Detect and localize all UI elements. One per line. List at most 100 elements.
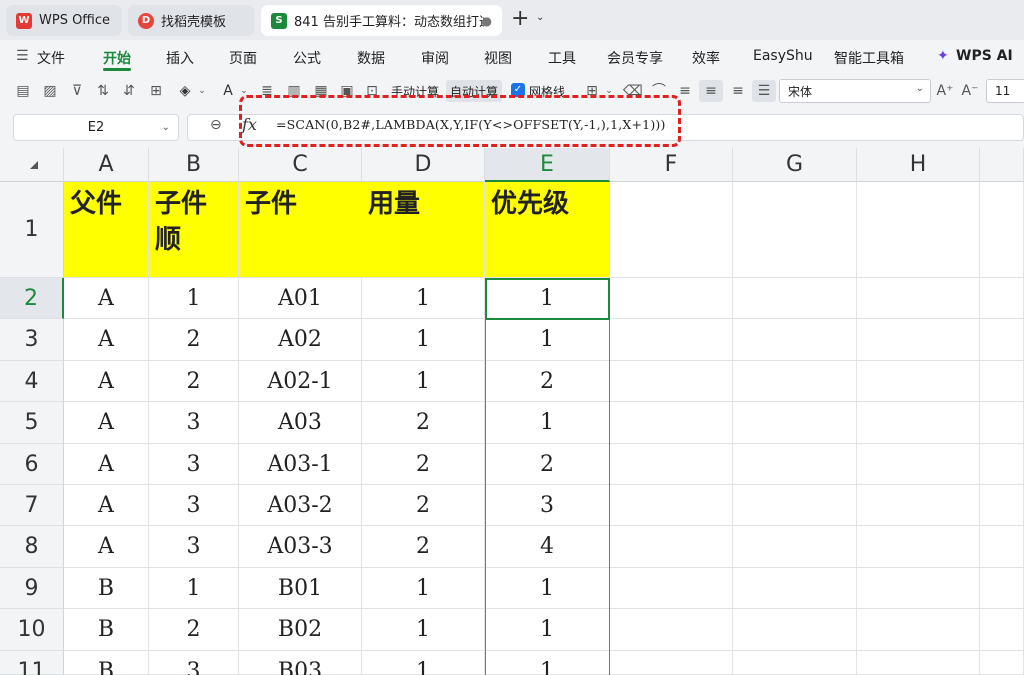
empty-cell[interactable] [980, 319, 1024, 361]
menu-insert[interactable]: 插入 [166, 48, 194, 68]
cell-c[interactable]: A02-1 [239, 360, 362, 403]
cell-b[interactable]: 2 [149, 609, 239, 651]
empty-cell[interactable] [857, 526, 980, 568]
menu-formula[interactable]: 公式 [293, 48, 321, 68]
cell-b[interactable]: 3 [149, 526, 239, 568]
empty-cell[interactable] [733, 609, 857, 651]
name-box[interactable]: E2 ⌄ [13, 114, 179, 141]
header-cell-a[interactable]: 父件 [64, 182, 149, 278]
column-header-a[interactable]: A [64, 148, 149, 182]
cell-b[interactable]: 2 [149, 319, 239, 361]
cell-a[interactable]: A [64, 443, 149, 485]
cell-a[interactable]: A [64, 278, 149, 320]
cell-d[interactable]: 2 [362, 485, 485, 527]
menu-member[interactable]: 会员专享 [607, 48, 663, 68]
empty-cell[interactable] [857, 278, 980, 320]
header-cell-e[interactable]: 优先级 [485, 182, 610, 278]
empty-cell[interactable] [733, 443, 857, 485]
column-header-g[interactable]: G [733, 148, 857, 182]
column-header-h[interactable]: H [857, 148, 980, 182]
empty-cell[interactable] [610, 360, 733, 403]
cell-b[interactable]: 2 [149, 360, 239, 403]
empty-cell[interactable] [610, 485, 733, 527]
cell-d[interactable]: 1 [362, 567, 485, 610]
cell-d[interactable]: 1 [362, 360, 485, 403]
cell-c[interactable]: B02 [239, 609, 362, 651]
empty-cell[interactable] [610, 402, 733, 444]
row-header-1[interactable]: 1 [0, 182, 64, 278]
menu-file[interactable]: 文件 [37, 48, 65, 68]
empty-cell[interactable] [980, 443, 1024, 485]
row-header-9[interactable]: 9 [0, 567, 64, 610]
justify-icon[interactable]: ☰ [755, 82, 773, 100]
empty-cell[interactable] [857, 650, 980, 675]
fill-color-icon[interactable]: ◈ [176, 82, 194, 100]
empty-cell[interactable] [980, 485, 1024, 527]
cell-b[interactable]: 3 [149, 485, 239, 527]
menu-easyshu[interactable]: EasyShu [753, 48, 813, 64]
cell-b[interactable]: 1 [149, 278, 239, 320]
row-header-10[interactable]: 10 [0, 609, 64, 651]
empty-cell[interactable] [980, 609, 1024, 651]
empty-cell[interactable] [733, 360, 857, 403]
format-painter-icon[interactable]: ▨ [41, 82, 59, 100]
chevron-down-icon[interactable]: ⌄ [536, 12, 544, 23]
menu-smart-toolbox[interactable]: 智能工具箱 [834, 48, 904, 68]
empty-cell[interactable] [610, 443, 733, 485]
cell-a[interactable]: B [64, 650, 149, 675]
cell-a[interactable]: A [64, 526, 149, 568]
column-header-f[interactable]: F [610, 148, 733, 182]
empty-cell[interactable] [857, 443, 980, 485]
column-header-e[interactable]: E [485, 148, 610, 182]
cell-a[interactable]: A [64, 402, 149, 444]
align-right-icon[interactable]: ≡ [729, 82, 747, 100]
empty-cell[interactable] [857, 360, 980, 403]
column-header-d[interactable]: D [362, 148, 485, 182]
cell-d[interactable]: 1 [362, 278, 485, 320]
hamburger-icon[interactable]: ☰ [16, 48, 29, 64]
empty-cell[interactable] [980, 278, 1024, 320]
empty-cell[interactable] [980, 402, 1024, 444]
empty-cell[interactable] [733, 182, 857, 278]
cell-c[interactable]: A03-2 [239, 485, 362, 527]
cell-d[interactable]: 2 [362, 402, 485, 444]
tab-active-spreadsheet[interactable]: S 841 告别手工算料：动态数组打造 ● [261, 5, 502, 36]
cell-a[interactable]: A [64, 485, 149, 527]
cell-c[interactable]: A02 [239, 319, 362, 361]
menu-review[interactable]: 审阅 [421, 48, 449, 68]
empty-cell[interactable] [610, 526, 733, 568]
cell-b[interactable]: 3 [149, 650, 239, 675]
empty-cell[interactable] [857, 609, 980, 651]
menu-view[interactable]: 视图 [484, 48, 512, 68]
cell-c[interactable]: A03-3 [239, 526, 362, 568]
chevron-down-icon[interactable]: ⌄ [193, 82, 211, 100]
empty-cell[interactable] [733, 319, 857, 361]
menu-data[interactable]: 数据 [357, 48, 385, 68]
cell-c[interactable]: B01 [239, 567, 362, 610]
tab-wps-office[interactable]: W WPS Office [6, 5, 122, 36]
empty-cell[interactable] [980, 526, 1024, 568]
empty-cell[interactable] [857, 567, 980, 610]
row-header-11[interactable]: 11 [0, 650, 64, 675]
column-header-c[interactable]: C [239, 148, 362, 182]
align-center-icon[interactable]: ≡ [702, 82, 720, 100]
empty-cell[interactable] [857, 182, 980, 278]
cell-d[interactable]: 1 [362, 319, 485, 361]
sort-asc-icon[interactable]: ⇅ [94, 82, 112, 100]
row-header-8[interactable]: 8 [0, 526, 64, 568]
column-header-b[interactable]: B [149, 148, 239, 182]
cell-a[interactable]: A [64, 360, 149, 403]
empty-cell[interactable] [857, 402, 980, 444]
menu-wps-ai[interactable]: WPS AI [956, 48, 1013, 64]
row-header-4[interactable]: 4 [0, 360, 64, 403]
increase-font-icon[interactable]: A⁺ [936, 82, 954, 100]
empty-cell[interactable] [980, 650, 1024, 675]
empty-cell[interactable] [733, 567, 857, 610]
row-header-5[interactable]: 5 [0, 402, 64, 444]
new-tab-plus-icon[interactable]: + [511, 7, 529, 31]
menu-tools[interactable]: 工具 [548, 48, 576, 68]
header-cell-d[interactable]: 用量 [362, 182, 485, 278]
empty-cell[interactable] [733, 526, 857, 568]
empty-cell[interactable] [733, 650, 857, 675]
row-header-6[interactable]: 6 [0, 443, 64, 485]
